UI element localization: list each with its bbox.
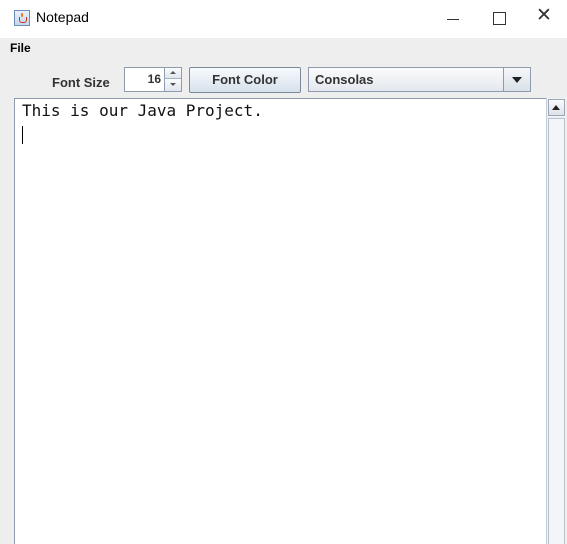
minimize-icon: [447, 19, 459, 20]
toolbar: Font Size 16 Font Color Consolas: [0, 60, 567, 98]
spinner-up-icon[interactable]: [164, 68, 181, 79]
close-button[interactable]: ✕: [522, 0, 567, 38]
menu-file[interactable]: File: [10, 41, 31, 55]
maximize-icon: [493, 12, 506, 25]
window-title: Notepad: [36, 9, 89, 25]
font-size-spinner[interactable]: 16: [124, 67, 182, 92]
scroll-track[interactable]: [548, 118, 565, 544]
font-size-value[interactable]: 16: [148, 72, 161, 86]
title-bar[interactable]: Notepad ✕: [0, 0, 567, 38]
java-app-icon[interactable]: [14, 10, 30, 26]
text-caret: [22, 126, 23, 144]
menu-bar: File: [0, 38, 567, 60]
font-size-label: Font Size: [52, 75, 110, 90]
spinner-down-icon[interactable]: [164, 79, 181, 91]
java-cup-shape: [19, 17, 27, 23]
editor-text[interactable]: This is our Java Project.: [22, 101, 263, 120]
editor-text-area[interactable]: This is our Java Project.: [14, 98, 566, 544]
font-family-select[interactable]: Consolas: [308, 67, 531, 92]
dropdown-arrow-icon[interactable]: [503, 68, 530, 91]
close-icon: ✕: [536, 4, 552, 26]
maximize-button[interactable]: [476, 0, 522, 38]
notepad-window: Notepad ✕ File Font Size 16 Font Color C…: [0, 0, 567, 544]
minimize-button[interactable]: [430, 0, 476, 38]
font-color-button[interactable]: Font Color: [189, 67, 301, 93]
font-family-selected: Consolas: [315, 72, 374, 87]
scroll-up-icon[interactable]: [548, 99, 565, 116]
vertical-scrollbar[interactable]: [546, 98, 566, 544]
